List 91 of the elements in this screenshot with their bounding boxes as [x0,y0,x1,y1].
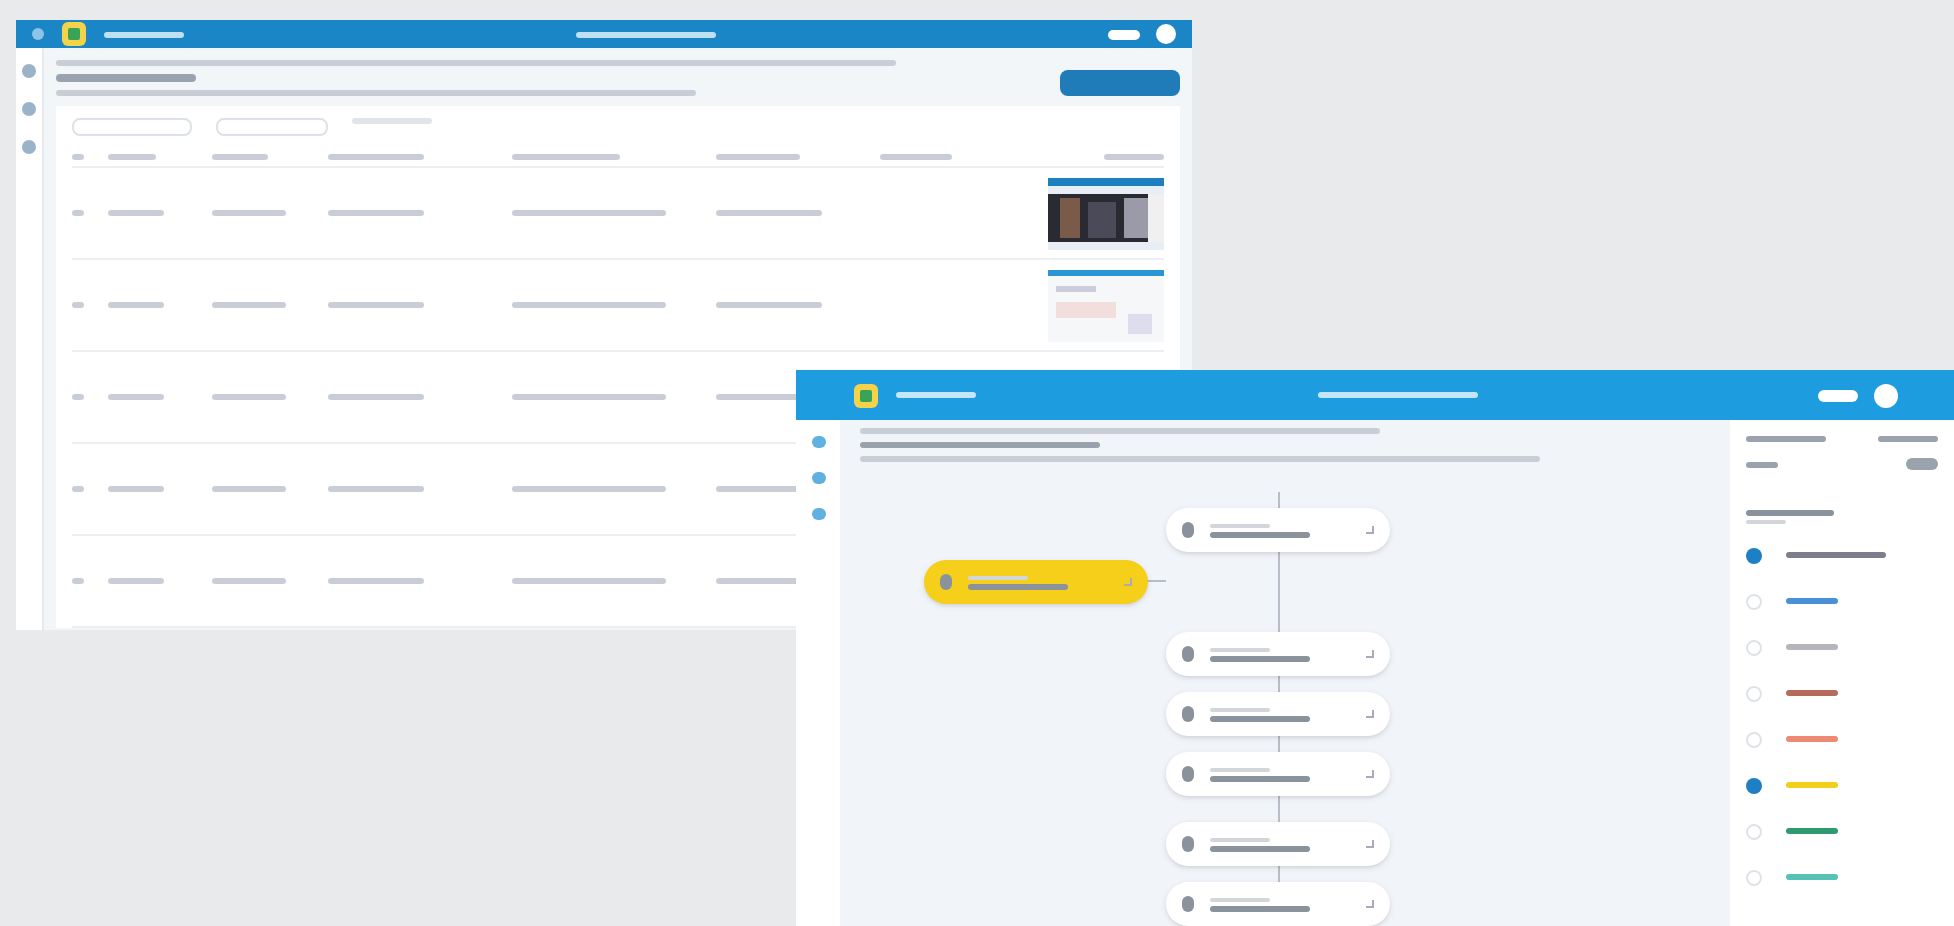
flow-node[interactable] [1166,822,1390,866]
blurred-text [72,394,84,400]
blurred-text [212,486,286,492]
blurred-text [1210,655,1310,661]
layer-toggle[interactable] [1746,685,1762,701]
chevron-icon [1366,840,1374,848]
layer-toggle[interactable] [1746,869,1762,885]
blurred-text [72,486,84,492]
blurred-text [212,210,286,216]
blurred-text [108,578,164,584]
blurred-text [1108,29,1140,39]
blurred-text [212,154,268,160]
blurred-text [880,154,952,160]
user-avatar[interactable] [1156,24,1176,44]
flow-node[interactable] [1166,508,1390,552]
nav-icon[interactable] [22,64,36,78]
blurred-text [1104,154,1164,160]
blurred-text [108,210,164,216]
blurred-text [108,394,164,400]
node-icon [1182,896,1194,912]
blurred-text [108,302,164,308]
node-icon [940,574,952,590]
blurred-text [576,31,716,37]
primary-button[interactable] [1060,70,1180,96]
blurred-text [1210,775,1310,781]
flow-node[interactable] [1166,882,1390,926]
connector-line [1146,580,1166,582]
nav-icon[interactable] [811,436,825,448]
chevron-icon [1366,900,1374,908]
blurred-text [716,154,800,160]
blurred-text [328,210,424,216]
nav-icon[interactable] [22,102,36,116]
layer-toggle[interactable] [1746,823,1762,839]
nav-icon[interactable] [811,472,825,484]
flow-node[interactable] [1166,632,1390,676]
blurred-text [1906,458,1938,470]
chevron-icon [1366,710,1374,718]
blurred-text [896,392,976,398]
blurred-text [1746,436,1826,442]
blurred-text [72,302,84,308]
node-icon [1182,766,1194,782]
blurred-text [108,486,164,492]
user-avatar[interactable] [1874,383,1898,407]
toolbar-button[interactable] [216,118,328,136]
blurred-text [328,302,424,308]
blurred-text [512,154,620,160]
blurred-text [1818,389,1858,401]
blurred-text [328,578,424,584]
node-icon [1182,646,1194,662]
blurred-text [1878,436,1938,442]
blurred-text [1746,510,1834,516]
blurred-text [1210,531,1310,537]
blurred-text [104,31,184,37]
flow-node[interactable] [1166,752,1390,796]
layer-toggle[interactable] [1746,639,1762,655]
nav-icon[interactable] [811,508,825,520]
chevron-icon [1366,526,1374,534]
node-icon [1182,706,1194,722]
layer-toggle[interactable] [1746,547,1762,563]
blurred-text [716,210,821,216]
blurred-text [328,486,424,492]
blurred-text [212,394,286,400]
logo-icon [852,381,880,409]
layer-toggle[interactable] [1746,777,1762,793]
node-icon [1182,522,1194,538]
blurred-text [1210,715,1310,721]
chevron-icon [1124,578,1132,586]
chevron-icon [1366,650,1374,658]
blurred-text [108,154,156,160]
blurred-text [72,154,84,160]
blurred-text [212,578,286,584]
layer-toggle[interactable] [1746,593,1762,609]
chevron-icon [1366,770,1374,778]
layer-toggle[interactable] [1746,731,1762,747]
logo-icon [60,20,88,48]
blurred-text [72,210,84,216]
toolbar-button[interactable] [72,118,192,136]
blurred-text [968,583,1068,589]
blurred-text [212,302,286,308]
node-icon [1182,836,1194,852]
blurred-text [716,302,821,308]
blurred-text [1210,845,1310,851]
blurred-text [328,394,424,400]
blurred-text [56,74,196,82]
flow-node[interactable] [1166,692,1390,736]
blurred-text [72,578,84,584]
nav-icon[interactable] [22,140,36,154]
blurred-text [1746,461,1778,467]
blurred-text [1210,905,1310,911]
blurred-text [328,154,424,160]
flow-node[interactable] [924,560,1148,604]
